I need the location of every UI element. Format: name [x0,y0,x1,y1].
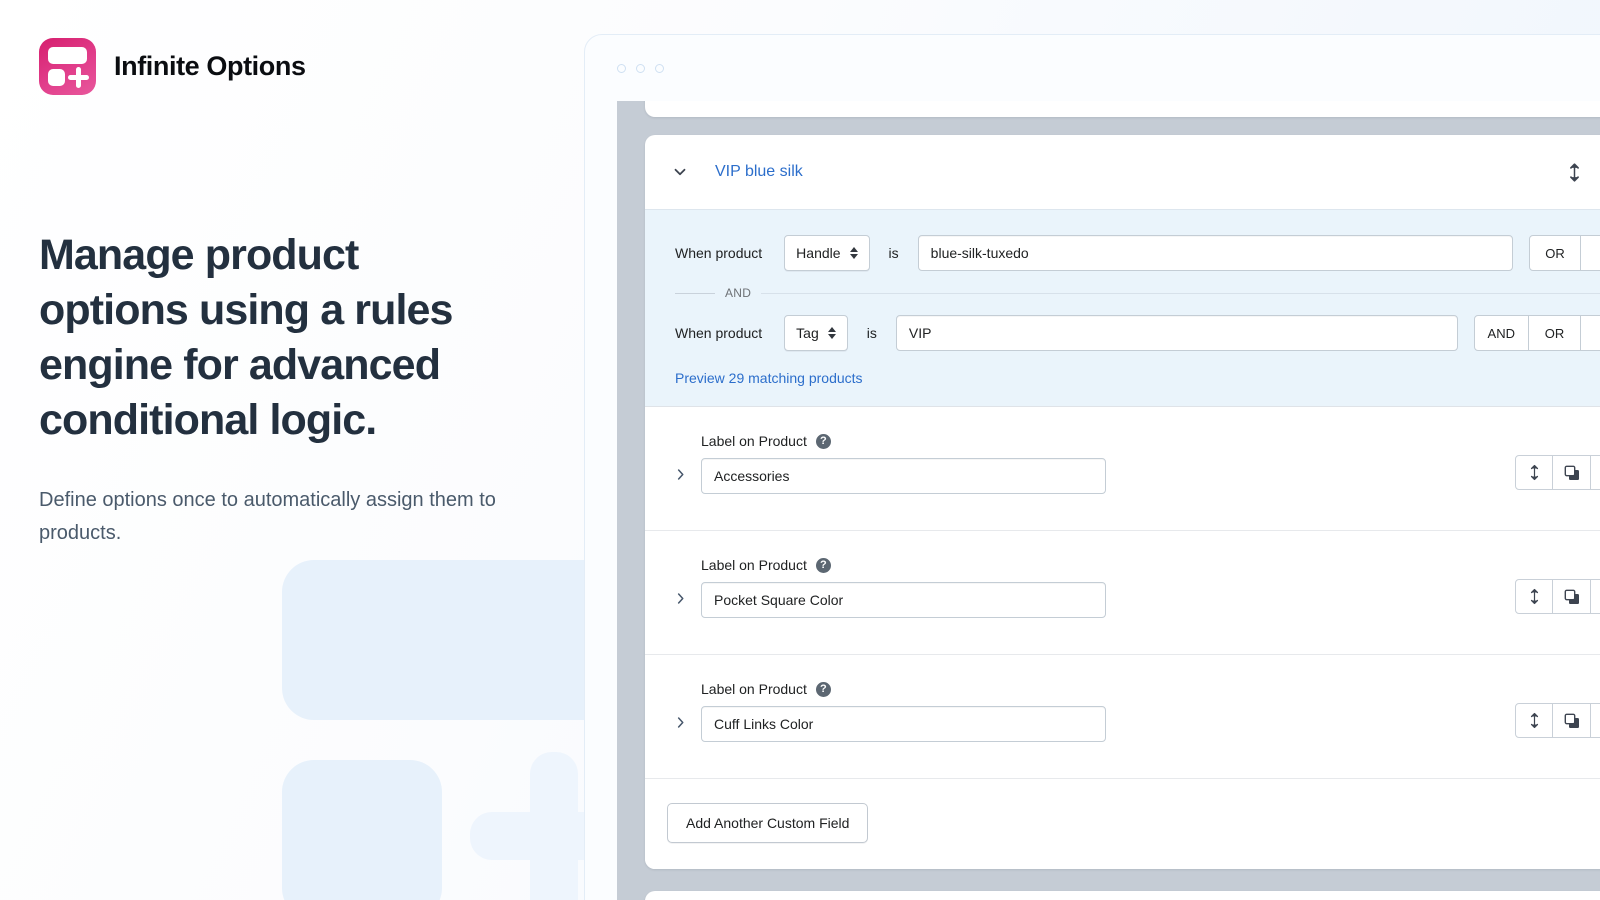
browser-titlebar [585,35,1600,101]
joiner-line-right [761,293,1600,294]
custom-field-label-input[interactable] [701,458,1106,494]
previous-option-card[interactable] [645,101,1600,117]
duplicate-icon[interactable] [1553,579,1591,614]
custom-field-label: Label on Product [701,557,807,573]
custom-field-row: Label on Product ? [645,531,1600,655]
condition-row: When product Tag is AND OR [645,308,1600,358]
condition-row: When product Handle is OR [645,228,1600,278]
next-option-card[interactable] [645,891,1600,900]
traffic-light-close-icon [617,64,626,73]
page-subtitle: Define options once to automatically ass… [39,484,529,550]
chevron-right-icon[interactable] [667,461,693,487]
custom-field-label-line: Label on Product ? [701,433,1515,449]
browser-window-mock: VIP blue silk [584,34,1600,900]
watermark-plus-vertical [530,752,578,900]
custom-field-body: Label on Product ? [701,433,1515,494]
custom-field-row: Label on Product ? [645,407,1600,531]
help-circle-icon[interactable]: ? [816,558,831,573]
duplicate-icon[interactable] [1553,703,1591,738]
help-circle-icon[interactable]: ? [816,434,831,449]
logo-bar-shape [48,47,87,64]
custom-field-actions [1515,455,1600,490]
joiner-label: AND [725,286,751,300]
watermark-plus-horizontal [470,812,600,860]
chevron-right-icon[interactable] [667,585,693,611]
select-arrows-icon [828,327,836,339]
chevron-down-icon[interactable] [667,159,693,185]
condition-value-input[interactable] [918,235,1513,271]
condition-prefix: When product [675,325,762,341]
preview-link-wrapper: Preview 29 matching products [645,358,1600,390]
custom-field-label-input[interactable] [701,582,1106,618]
custom-field-label: Label on Product [701,681,807,697]
page-root: Infinite Options Manage product options … [0,0,1600,900]
custom-field-label-line: Label on Product ? [701,557,1515,573]
add-another-custom-field-button[interactable]: Add Another Custom Field [667,803,868,843]
watermark-bar-shape [282,560,600,720]
custom-field-row: Label on Product ? [645,655,1600,779]
trash-icon[interactable] [1591,455,1600,490]
custom-field-actions [1515,579,1600,614]
preview-matching-products-link[interactable]: Preview 29 matching products [675,370,863,386]
watermark-square-shape [282,760,442,900]
traffic-light-minimize-icon [636,64,645,73]
custom-field-label-line: Label on Product ? [701,681,1515,697]
trash-icon[interactable] [1591,579,1600,614]
condition-joiner: AND [645,278,1600,308]
reorder-vertical-icon[interactable] [1515,455,1553,490]
add-and-condition-button[interactable]: AND [1474,315,1529,351]
delete-condition-button[interactable] [1581,235,1600,271]
condition-field-select[interactable]: Handle [784,235,869,271]
custom-field-body: Label on Product ? [701,557,1515,618]
brand-name: Infinite Options [114,51,306,82]
duplicate-icon[interactable] [1553,455,1591,490]
condition-operator: is [867,325,877,341]
joiner-line-left [675,293,715,294]
card-header-actions [1563,161,1600,183]
traffic-light-maximize-icon [655,64,664,73]
condition-2-buttons: AND OR [1474,315,1600,351]
option-set-card: VIP blue silk [645,135,1600,869]
brand-lockup: Infinite Options [39,38,306,95]
delete-condition-button[interactable] [1581,315,1600,351]
select-arrows-icon [850,247,858,259]
trash-icon[interactable] [1591,703,1600,738]
custom-field-actions [1515,703,1600,738]
app-viewport: VIP blue silk [617,101,1600,900]
add-or-condition-button[interactable]: OR [1529,315,1581,351]
custom-field-label: Label on Product [701,433,807,449]
conditions-panel: When product Handle is OR [645,209,1600,407]
condition-1-buttons: OR [1529,235,1600,271]
condition-field-value: Tag [796,325,819,341]
reorder-vertical-icon[interactable] [1515,579,1553,614]
custom-field-body: Label on Product ? [701,681,1515,742]
page-title: Manage product options using a rules eng… [39,228,509,448]
option-set-card-header: VIP blue silk [645,135,1600,209]
option-set-card-footer: Add Another Custom Field [645,779,1600,869]
logo-square-shape [48,69,65,86]
condition-operator: is [889,245,899,261]
condition-field-select[interactable]: Tag [784,315,848,351]
custom-field-label-input[interactable] [701,706,1106,742]
reorder-vertical-icon[interactable] [1563,161,1585,183]
reorder-vertical-icon[interactable] [1515,703,1553,738]
logo-plus-horizontal [68,75,89,80]
option-set-title[interactable]: VIP blue silk [715,163,803,181]
condition-prefix: When product [675,245,762,261]
chevron-right-icon[interactable] [667,709,693,735]
marketing-panel: Infinite Options Manage product options … [0,0,600,900]
condition-value-input[interactable] [896,315,1458,351]
infinite-options-logo-icon [39,38,96,95]
add-or-condition-button[interactable]: OR [1529,235,1581,271]
logo-watermark-decoration [282,560,600,900]
condition-field-value: Handle [796,245,840,261]
help-circle-icon[interactable]: ? [816,682,831,697]
